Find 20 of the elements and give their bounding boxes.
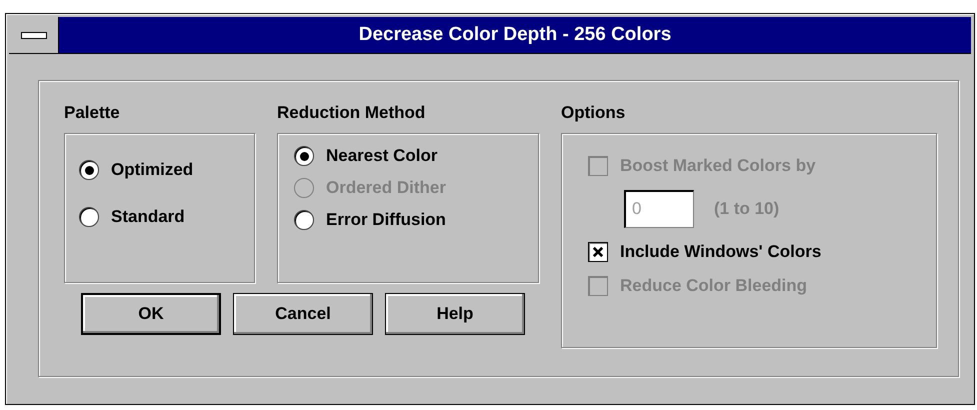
radio-button[interactable] — [79, 160, 99, 180]
dialog-button[interactable]: Cancel — [233, 293, 373, 335]
cross-icon — [592, 246, 604, 258]
radio-label[interactable]: Optimized — [111, 160, 194, 180]
dialog-button[interactable]: OK — [81, 293, 221, 335]
group-label: Reduction Method — [277, 103, 426, 123]
dialog-button[interactable]: Help — [385, 293, 525, 335]
radio-label[interactable]: Error Diffusion — [326, 210, 446, 230]
radio-label[interactable]: Standard — [111, 207, 185, 227]
checkbox-label[interactable]: Include Windows' Colors — [620, 242, 822, 262]
checkbox[interactable] — [588, 242, 608, 262]
range-hint: (1 to 10) — [714, 199, 780, 219]
radio-button[interactable] — [294, 210, 314, 230]
system-menu-button[interactable] — [9, 17, 59, 53]
radio-button[interactable] — [79, 207, 99, 227]
radio-button[interactable] — [294, 146, 314, 166]
radio-label[interactable]: Nearest Color — [326, 146, 438, 166]
group-label: Palette — [64, 103, 121, 123]
window-title: Decrease Color Depth - 256 Colors — [358, 24, 672, 46]
group-label: Options — [561, 103, 626, 123]
